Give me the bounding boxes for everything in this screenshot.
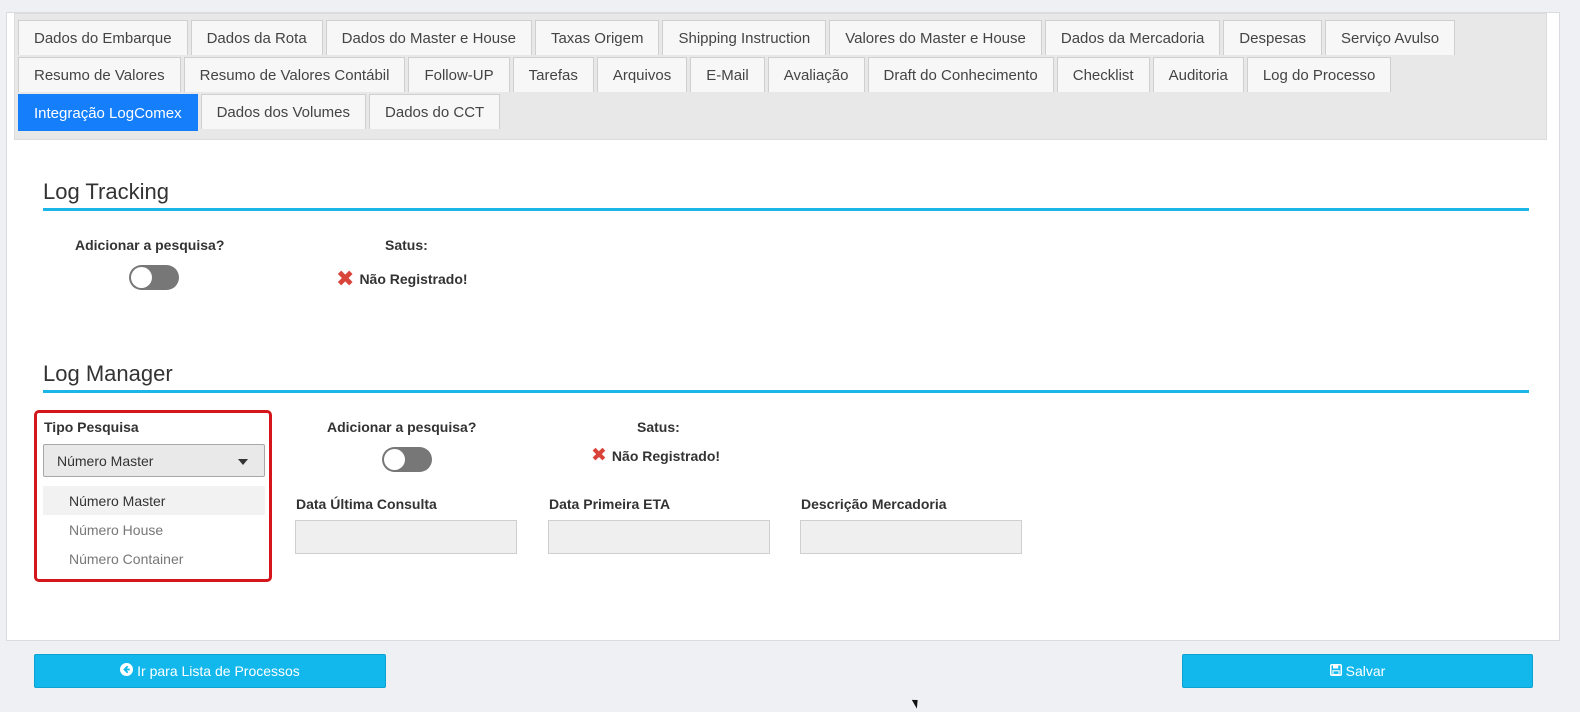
tab-e-mail[interactable]: E-Mail (690, 57, 765, 92)
tab-servico-avulso[interactable]: Serviço Avulso (1325, 20, 1456, 55)
first-eta-label: Data Primeira ETA (549, 496, 671, 512)
search-type-dropdown: Número Master Número House Número Contai… (43, 486, 265, 574)
search-type-selected: Número Master (57, 452, 154, 469)
tab-dados-da-rota[interactable]: Dados da Rota (190, 20, 323, 55)
arrow-circle-left-icon (120, 663, 134, 679)
chevron-down-icon (238, 459, 248, 465)
tab-tarefas[interactable]: Tarefas (512, 57, 594, 92)
tab-dados-do-master-e-house[interactable]: Dados do Master e House (325, 20, 532, 55)
tab-arquivos[interactable]: Arquivos (596, 57, 688, 92)
toggle-knob (131, 267, 152, 288)
search-type-option-master[interactable]: Número Master (43, 486, 265, 515)
search-type-label: Tipo Pesquisa (44, 419, 139, 435)
log-manager-status-label: Satus: (637, 419, 680, 435)
save-button-label: Salvar (1345, 663, 1386, 679)
tab-row-1: Dados do Embarque Dados da Rota Dados do… (18, 20, 1546, 57)
last-query-label: Data Última Consulta (296, 496, 437, 512)
goods-description-field[interactable] (800, 520, 1022, 554)
search-type-option-house[interactable]: Número House (43, 515, 265, 544)
log-tracking-add-label: Adicionar a pesquisa? (75, 237, 225, 253)
goods-description-label: Descrição Mercadoria (801, 496, 947, 512)
tab-resumo-de-valores-contabil[interactable]: Resumo de Valores Contábil (183, 57, 406, 92)
tab-follow-up[interactable]: Follow-UP (408, 57, 510, 92)
log-tracking-status: ✖ Não Registrado! (336, 268, 468, 290)
log-tracking-divider (43, 208, 1529, 211)
save-button[interactable]: Salvar (1182, 654, 1533, 688)
tab-dados-dos-volumes[interactable]: Dados dos Volumes (200, 94, 367, 129)
tab-log-do-processo[interactable]: Log do Processo (1246, 57, 1392, 92)
search-type-select[interactable]: Número Master (43, 444, 265, 477)
log-manager-add-toggle[interactable] (382, 447, 432, 472)
tab-row-2: Resumo de Valores Resumo de Valores Cont… (18, 57, 1546, 94)
tab-dados-do-embarque[interactable]: Dados do Embarque (18, 20, 188, 55)
log-tracking-status-value: Não Registrado! (359, 271, 468, 287)
tab-integracao-logcomex[interactable]: Integração LogComex (18, 94, 198, 131)
toggle-knob (384, 449, 405, 470)
back-button-label: Ir para Lista de Processos (137, 663, 300, 679)
tab-checklist[interactable]: Checklist (1056, 57, 1150, 92)
log-manager-divider (43, 390, 1529, 393)
log-tracking-title: Log Tracking (43, 179, 169, 204)
tab-despesas[interactable]: Despesas (1223, 20, 1322, 55)
log-tracking-add-toggle[interactable] (129, 265, 179, 290)
first-eta-field[interactable] (548, 520, 770, 554)
floppy-disk-icon (1329, 663, 1342, 679)
close-icon: ✖ (336, 266, 355, 291)
tab-draft-do-conhecimento[interactable]: Draft do Conhecimento (867, 57, 1054, 92)
last-query-field[interactable] (295, 520, 517, 554)
close-icon: ✖ (591, 445, 607, 466)
log-manager-title: Log Manager (43, 361, 173, 386)
tab-bar: Dados do Embarque Dados da Rota Dados do… (14, 13, 1547, 140)
log-manager-status: ✖ Não Registrado! (591, 446, 720, 465)
tab-shipping-instruction[interactable]: Shipping Instruction (662, 20, 827, 55)
mouse-cursor (911, 697, 922, 709)
log-tracking-status-label: Satus: (385, 237, 428, 253)
tab-row-3: Integração LogComex Dados dos Volumes Da… (18, 94, 1546, 131)
tab-dados-da-mercadoria[interactable]: Dados da Mercadoria (1044, 20, 1221, 55)
tab-auditoria[interactable]: Auditoria (1152, 57, 1244, 92)
log-manager-status-value: Não Registrado! (611, 447, 721, 464)
tab-taxas-origem[interactable]: Taxas Origem (534, 20, 660, 55)
back-to-process-list-button[interactable]: Ir para Lista de Processos (34, 654, 386, 688)
tab-avaliacao[interactable]: Avaliação (767, 57, 865, 92)
tab-valores-do-master-e-house[interactable]: Valores do Master e House (829, 20, 1042, 55)
tab-dados-do-cct[interactable]: Dados do CCT (369, 94, 501, 129)
search-type-option-container[interactable]: Número Container (43, 544, 265, 573)
log-manager-add-label: Adicionar a pesquisa? (327, 419, 477, 435)
tab-resumo-de-valores[interactable]: Resumo de Valores (18, 57, 181, 92)
